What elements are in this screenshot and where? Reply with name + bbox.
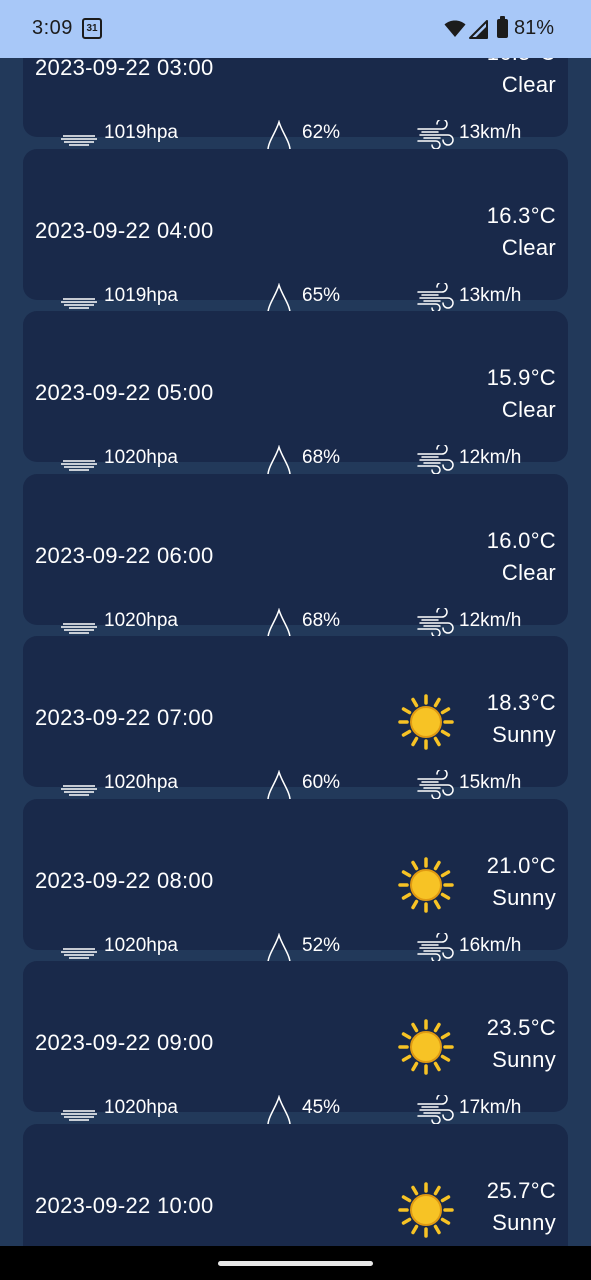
forecast-pressure: 1020hpa: [104, 447, 178, 468]
forecast-datetime: 2023-09-22 07:00: [35, 705, 214, 730]
forecast-humidity: 60%: [302, 772, 341, 793]
moon-icon: [397, 531, 455, 589]
forecast-wind: 12km/h: [459, 447, 522, 468]
navigation-bar: [0, 1246, 591, 1280]
forecast-condition: Sunny: [492, 884, 556, 910]
forecast-wind: 13km/h: [459, 284, 522, 306]
moon-icon: [397, 368, 455, 426]
forecast-condition: Clear: [501, 72, 556, 97]
forecast-humidity: 45%: [302, 1097, 341, 1118]
forecast-condition: Sunny: [492, 722, 556, 747]
calendar-icon: 31: [82, 18, 102, 39]
forecast-datetime: 2023-09-22 09:00: [35, 1030, 214, 1055]
status-time: 3:09: [32, 17, 73, 39]
battery-icon: [497, 16, 508, 38]
forecast-humidity: 52%: [302, 934, 341, 956]
forecast-pressure: 1019hpa: [104, 284, 178, 306]
forecast-condition: Sunny: [492, 1209, 556, 1235]
forecast-temperature: 15.9°C: [486, 365, 556, 390]
forecast-pressure: 1020hpa: [104, 1097, 178, 1118]
wifi-icon: [444, 20, 466, 37]
forecast-humidity: 68%: [302, 447, 341, 468]
sun-icon: [397, 1018, 455, 1076]
forecast-datetime: 2023-09-22 06:00: [35, 542, 214, 568]
forecast-wind: 17km/h: [459, 1097, 522, 1118]
forecast-card[interactable]: 2023-09-22 04:00 16.3°C Clear 1019hpa 65% 13k…: [23, 148, 568, 325]
forecast-card[interactable]: 2023-09-22 09:00 23.5°C Sunny 1020hpa 45% 17k…: [23, 961, 568, 1137]
forecast-temperature: 23.5°C: [486, 1015, 556, 1040]
forecast-card[interactable]: 2023-09-22 05:00 15.9°C Clear 1020hpa 68% 12k…: [23, 311, 568, 487]
signal-icon: [469, 20, 488, 39]
forecast-datetime: 2023-09-22 08:00: [35, 867, 214, 893]
forecast-humidity: 62%: [302, 122, 341, 143]
forecast-datetime: 2023-09-22 10:00: [35, 1192, 214, 1218]
forecast-temperature: 25.7°C: [486, 1177, 556, 1203]
forecast-temperature: 16.3°C: [486, 202, 556, 228]
moon-icon: [397, 206, 455, 264]
status-bar: 3:09 31 81%: [0, 0, 591, 58]
forecast-temperature: 21.0°C: [486, 852, 556, 878]
forecast-condition: Clear: [501, 559, 556, 585]
sun-icon: [397, 856, 455, 914]
forecast-wind: 12km/h: [459, 609, 522, 631]
sun-icon: [397, 693, 455, 751]
forecast-wind: 16km/h: [459, 934, 522, 956]
forecast-card[interactable]: 2023-09-22 08:00 21.0°C Sunny 1020hpa 52% 16k…: [23, 798, 568, 975]
forecast-condition: Sunny: [492, 1047, 556, 1072]
forecast-pressure: 1020hpa: [104, 772, 178, 793]
forecast-wind: 15km/h: [459, 772, 522, 793]
forecast-datetime: 2023-09-22 05:00: [35, 380, 214, 405]
forecast-condition: Clear: [501, 234, 556, 260]
forecast-condition: Clear: [501, 397, 556, 422]
home-gesture-handle[interactable]: [218, 1261, 373, 1266]
forecast-card[interactable]: 2023-09-22 06:00 16.0°C Clear 1020hpa 68% 12k…: [23, 473, 568, 650]
forecast-datetime: 2023-09-22 03:00: [35, 55, 214, 80]
forecast-humidity: 68%: [302, 609, 341, 631]
forecast-pressure: 1020hpa: [104, 609, 178, 631]
forecast-pressure: 1019hpa: [104, 122, 178, 143]
forecast-humidity: 65%: [302, 284, 341, 306]
battery-percent: 81%: [514, 17, 555, 39]
forecast-wind: 13km/h: [459, 122, 522, 143]
forecast-datetime: 2023-09-22 04:00: [35, 217, 214, 243]
forecast-card[interactable]: 2023-09-22 10:00 25.7°C Sunny: [23, 1123, 568, 1246]
sun-icon: [397, 1181, 455, 1239]
forecast-list[interactable]: 2023-09-22 03:0016.5°CClear1019hpa62%13k…: [0, 0, 591, 1246]
forecast-temperature: 18.3°C: [486, 690, 556, 715]
forecast-temperature: 16.0°C: [486, 527, 556, 553]
forecast-card[interactable]: 2023-09-22 07:00 18.3°C Sunny 1020hpa 60% 15k…: [23, 636, 568, 812]
forecast-pressure: 1020hpa: [104, 934, 178, 956]
